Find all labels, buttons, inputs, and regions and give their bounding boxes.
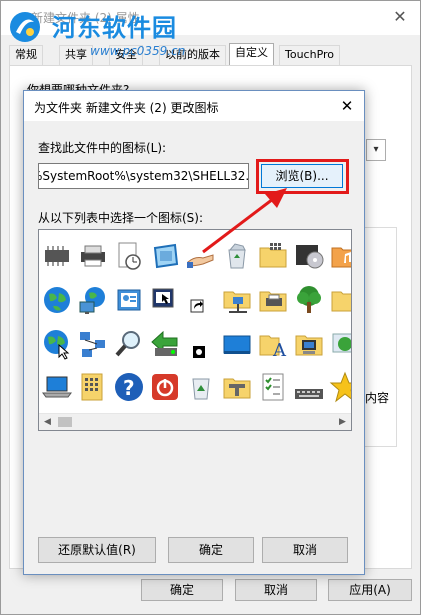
network-folder-icon[interactable] bbox=[221, 284, 253, 316]
font-folder-icon[interactable]: A bbox=[257, 328, 289, 360]
computer-folder-icon[interactable] bbox=[293, 328, 325, 360]
music-folder-icon[interactable] bbox=[329, 240, 351, 272]
printer-folder-icon[interactable] bbox=[257, 284, 289, 316]
globe-icon[interactable] bbox=[41, 284, 73, 316]
screen-cursor-icon[interactable] bbox=[149, 284, 181, 316]
select-icon-label: 从以下列表中选择一个图标(S): bbox=[38, 211, 204, 225]
network-globe-icon[interactable] bbox=[77, 284, 109, 316]
dialog-close-button[interactable]: ✕ bbox=[334, 94, 360, 118]
laptop-icon[interactable] bbox=[41, 371, 73, 403]
magnifier-icon[interactable] bbox=[113, 328, 145, 360]
contact-card-icon[interactable] bbox=[113, 284, 145, 316]
dialog-titlebar: 为文件夹 新建文件夹 (2) 更改图标 ✕ bbox=[24, 91, 364, 121]
network-devices-icon[interactable] bbox=[77, 328, 109, 360]
watermark-logo: 河东软件园 www.pc0359.cn bbox=[2, 2, 232, 64]
svg-text:A: A bbox=[272, 340, 287, 360]
tab-touchpro[interactable]: TouchPro bbox=[279, 45, 341, 65]
folder-partial-icon[interactable] bbox=[329, 284, 351, 316]
scroll-left-button[interactable]: ◀ bbox=[39, 414, 56, 430]
tools-folder-icon[interactable] bbox=[221, 371, 253, 403]
globe-cursor-icon[interactable] bbox=[41, 328, 73, 360]
tab-customize[interactable]: 自定义 bbox=[229, 43, 274, 66]
watermark-url: www.pc0359.cn bbox=[90, 44, 186, 58]
scroll-thumb[interactable] bbox=[58, 417, 72, 427]
desktop-icon[interactable] bbox=[221, 328, 253, 360]
svg-text:?: ? bbox=[123, 376, 135, 400]
recycle-bin-icon[interactable] bbox=[185, 371, 217, 403]
help-icon[interactable]: ? bbox=[113, 371, 145, 403]
window-frame-icon[interactable] bbox=[149, 240, 181, 272]
look-in-file-label: 查找此文件中的图标(L): bbox=[38, 141, 167, 155]
disk-drive-icon[interactable] bbox=[293, 240, 325, 272]
clock-document-icon[interactable] bbox=[113, 240, 145, 272]
properties-group-box bbox=[363, 227, 397, 447]
green-arrow-icon[interactable] bbox=[149, 328, 181, 360]
scroll-right-button[interactable]: ▶ bbox=[334, 414, 351, 430]
dialog-ok-button[interactable]: 确定 bbox=[168, 537, 254, 563]
printer-icon[interactable] bbox=[77, 240, 109, 272]
folder-type-dropdown-button[interactable]: ▾ bbox=[366, 139, 386, 161]
dialog-cancel-button[interactable]: 取消 bbox=[262, 537, 348, 563]
properties-apply-button[interactable]: 应用(A) bbox=[328, 579, 412, 601]
tree-icon[interactable] bbox=[293, 284, 325, 316]
shortcut-arrow-icon[interactable] bbox=[185, 284, 217, 316]
watermark-site-name: 河东软件园 bbox=[52, 14, 177, 42]
chip-icon[interactable] bbox=[41, 240, 73, 272]
icon-list-scrollbar[interactable]: ◀ ▶ bbox=[39, 413, 351, 430]
properties-cancel-button[interactable]: 取消 bbox=[235, 579, 317, 601]
dialog-title: 为文件夹 新建文件夹 (2) 更改图标 bbox=[34, 101, 219, 115]
calculator-icon[interactable] bbox=[77, 371, 109, 403]
power-icon[interactable] bbox=[149, 371, 181, 403]
change-icon-dialog: 为文件夹 新建文件夹 (2) 更改图标 ✕ 查找此文件中的图标(L): %Sys… bbox=[23, 90, 365, 575]
checklist-icon[interactable] bbox=[257, 371, 289, 403]
properties-ok-button[interactable]: 确定 bbox=[141, 579, 223, 601]
keyboard-icon[interactable] bbox=[293, 371, 325, 403]
annotation-arrow bbox=[202, 188, 287, 254]
small-disk-icon[interactable] bbox=[185, 328, 217, 360]
properties-close-button[interactable]: ✕ bbox=[386, 5, 414, 29]
green-network-icon[interactable] bbox=[329, 328, 351, 360]
star-icon[interactable] bbox=[329, 371, 351, 403]
logo-icon bbox=[10, 12, 40, 42]
content-label: 内容 bbox=[365, 391, 390, 405]
restore-defaults-button[interactable]: 还原默认值(R) bbox=[38, 537, 156, 563]
